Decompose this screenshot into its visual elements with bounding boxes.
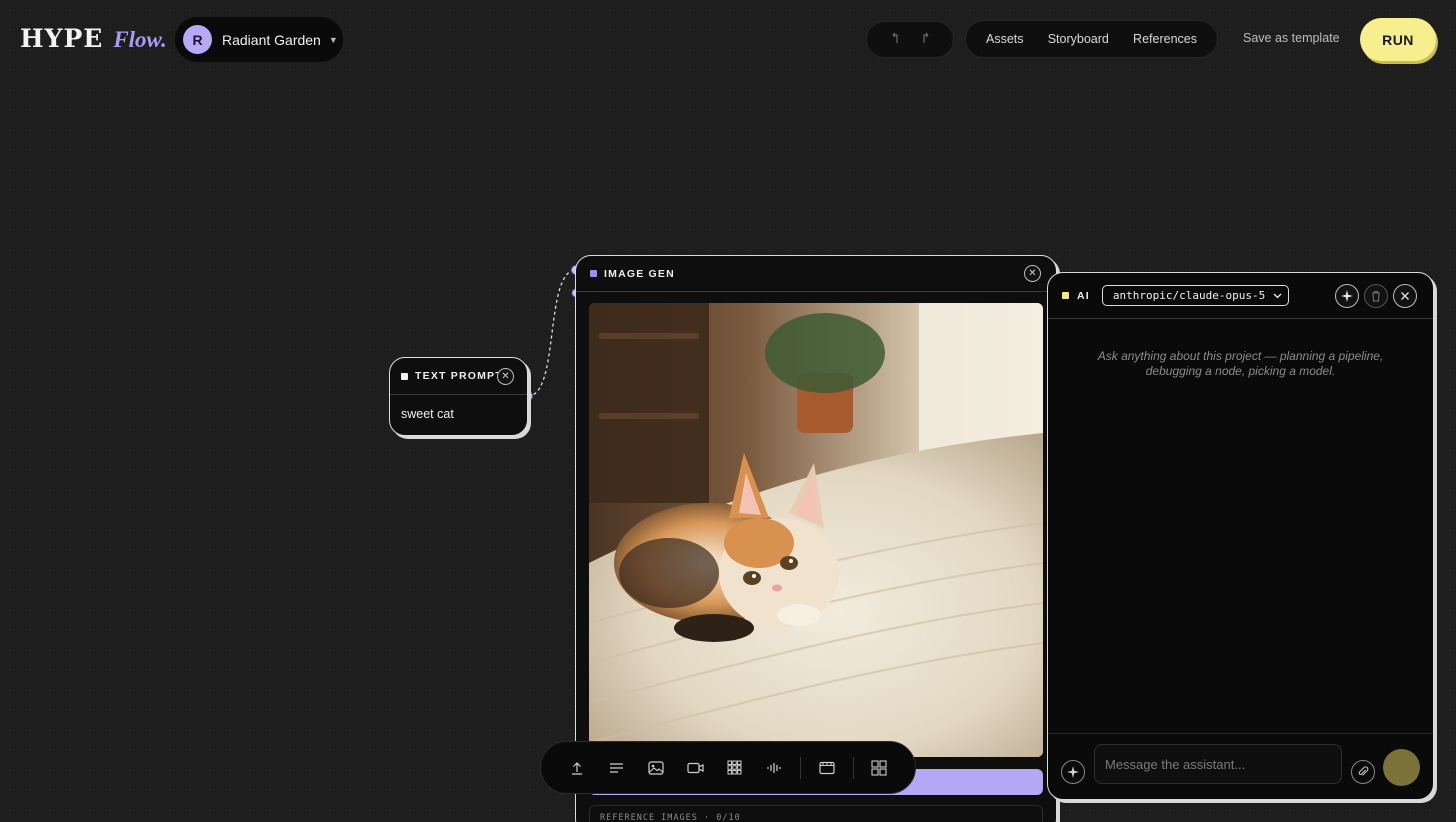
node-title: TEXT PROMPT [415, 370, 503, 382]
node-title: IMAGE GEN [604, 267, 675, 280]
run-button[interactable]: RUN [1360, 18, 1436, 61]
video-icon[interactable] [676, 748, 716, 788]
ai-assistant-panel: AI anthropic/claude-opus-5 Ask anything … [1047, 272, 1434, 800]
text-icon[interactable] [597, 748, 637, 788]
nav-storyboard[interactable]: Storyboard [1048, 32, 1109, 46]
message-input[interactable] [1094, 744, 1342, 784]
node-type-indicator [401, 372, 408, 380]
close-icon[interactable]: ✕ [1024, 265, 1041, 282]
chevron-down-icon: ▼ [328, 34, 338, 45]
app-logo: HYPE Flow. [20, 24, 167, 53]
logo-wordmark: HYPE [20, 24, 104, 53]
close-icon[interactable]: ✕ [497, 368, 514, 385]
node-type-indicator [590, 270, 597, 277]
reference-images-label: REFERENCE IMAGES · 0/10 [600, 813, 741, 822]
send-button[interactable] [1383, 749, 1420, 786]
text-prompt-node[interactable]: TEXT PROMPT ✕ sweet cat [389, 357, 528, 436]
image-gen-node[interactable]: IMAGE GEN ✕ REFERENCE IMAGES · 0/10 [575, 255, 1057, 822]
model-select[interactable]: anthropic/claude-opus-5 [1101, 285, 1290, 306]
top-nav: Assets Storyboard References [965, 20, 1218, 58]
undo-arrow-icon[interactable] [890, 32, 900, 47]
project-avatar: R [183, 25, 212, 54]
storyboard-icon[interactable] [807, 748, 847, 788]
nav-references[interactable]: References [1133, 32, 1197, 46]
node-header[interactable]: IMAGE GEN [576, 256, 1056, 292]
audio-icon[interactable] [755, 748, 795, 788]
sparkle-icon[interactable] [1061, 760, 1085, 784]
upload-icon[interactable] [557, 748, 597, 788]
toolbar-divider [852, 756, 854, 779]
attach-icon[interactable] [1351, 760, 1375, 784]
grid-icon[interactable] [715, 748, 755, 788]
reference-images-section[interactable]: REFERENCE IMAGES · 0/10 [589, 805, 1043, 822]
trash-icon[interactable] [1364, 284, 1388, 308]
undo-redo-group [866, 21, 954, 58]
node-toolbar [540, 741, 916, 794]
project-name: Radiant Garden [222, 31, 321, 48]
image-icon[interactable] [636, 748, 676, 788]
ai-composer [1048, 733, 1433, 799]
nav-assets[interactable]: Assets [986, 32, 1024, 46]
ai-panel-actions [1335, 284, 1417, 308]
save-as-template-button[interactable]: Save as template [1243, 31, 1340, 45]
prompt-text[interactable]: sweet cat [390, 395, 527, 433]
toolbar-divider [800, 756, 802, 779]
close-icon[interactable] [1393, 284, 1417, 308]
project-selector[interactable]: R Radiant Garden ▼ [175, 17, 343, 62]
redo-arrow-icon[interactable] [921, 32, 931, 47]
chevron-down-icon [1273, 293, 1282, 298]
layout-icon[interactable] [859, 748, 899, 788]
model-select-value: anthropic/claude-opus-5 [1112, 289, 1266, 302]
ai-indicator [1062, 292, 1069, 299]
ai-empty-hint: Ask anything about this project — planni… [1097, 349, 1384, 378]
generated-image[interactable] [589, 303, 1043, 757]
sparkle-icon[interactable] [1335, 284, 1359, 308]
logo-flow-text: Flow. [113, 27, 167, 52]
ai-panel-title: AI [1077, 289, 1090, 302]
